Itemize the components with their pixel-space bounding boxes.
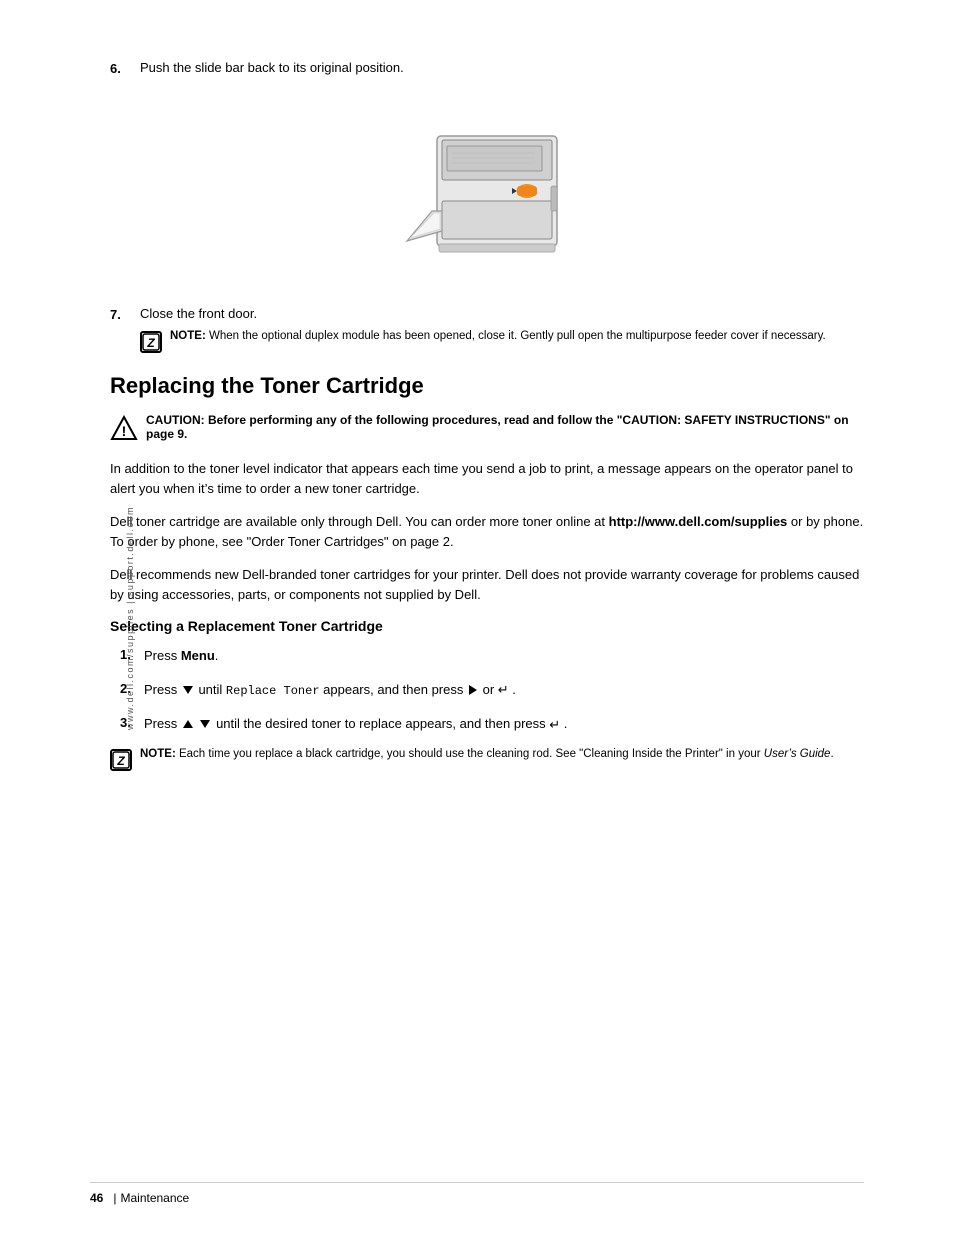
up-arrow-icon xyxy=(183,720,193,728)
step-item-2: 2. Press until Replace Toner appears, an… xyxy=(120,680,864,700)
note-1-text: NOTE: When the optional duplex module ha… xyxy=(170,330,826,342)
body-para-1: In addition to the toner level indicator… xyxy=(110,459,864,498)
step-1-before: Press xyxy=(144,648,181,663)
caution-block: ! CAUTION: Before performing any of the … xyxy=(110,413,864,443)
para2-start: Dell toner cartridge are available only … xyxy=(110,514,609,529)
page-container: www.dell.com/supplies | support.dell.com… xyxy=(0,0,954,1235)
step-2-or: or xyxy=(479,682,498,697)
body-para-3: Dell recommends new Dell-branded toner c… xyxy=(110,565,864,604)
page-footer: 46 | Maintenance xyxy=(90,1182,864,1205)
note-1-label: NOTE: xyxy=(170,330,206,342)
step-2-appears: appears, and then press xyxy=(320,682,467,697)
step-6-text: Push the slide bar back to its original … xyxy=(140,60,404,75)
step-7: 7. Close the front door. xyxy=(110,306,864,322)
step-2-end: . xyxy=(509,682,516,697)
svg-text:Z: Z xyxy=(116,754,125,768)
printer-image xyxy=(110,96,864,276)
down-arrow-icon xyxy=(183,686,193,694)
note-1-icon: Z xyxy=(140,331,162,353)
caution-text: CAUTION: Before performing any of the fo… xyxy=(146,413,864,441)
svg-text:!: ! xyxy=(122,423,127,439)
note-2-text: NOTE: Each time you replace a black cart… xyxy=(140,748,834,760)
step-1-text: Press Menu. xyxy=(144,646,218,666)
note-2-body: Each time you replace a black cartridge,… xyxy=(179,748,764,760)
note-2-end: . xyxy=(830,748,833,760)
step-1-bold: Menu xyxy=(181,648,215,663)
note-2-block: Z NOTE: Each time you replace a black ca… xyxy=(110,748,864,771)
footer-separator: | xyxy=(113,1191,116,1205)
step-item-1: 1. Press Menu. xyxy=(120,646,864,666)
body-para-2: Dell toner cartridge are available only … xyxy=(110,512,864,551)
step-2-until: until xyxy=(195,682,226,697)
note-2-label: NOTE: xyxy=(140,748,176,760)
para2-url: http://www.dell.com/supplies xyxy=(609,514,788,529)
caution-body: Before performing any of the following p… xyxy=(146,413,849,441)
enter-icon: ↵ xyxy=(498,680,509,700)
step-2-code: Replace Toner xyxy=(226,684,320,698)
note-1-body: When the optional duplex module has been… xyxy=(209,330,826,342)
section-heading: Replacing the Toner Cartridge xyxy=(110,373,864,399)
step-3-end: . xyxy=(560,716,567,731)
note-2-icon: Z xyxy=(110,749,132,771)
note-2-italic: User’s Guide xyxy=(764,748,831,760)
step-6-number: 6. xyxy=(110,61,140,76)
caution-icon: ! xyxy=(110,415,138,443)
step-3-until: until the desired toner to replace appea… xyxy=(212,716,549,731)
note-1-block: Z NOTE: When the optional duplex module … xyxy=(140,330,864,353)
step-item-3: 3. Press until the desired toner to repl… xyxy=(120,714,864,734)
step-6: 6. Push the slide bar back to its origin… xyxy=(110,60,864,76)
step-3-text: Press until the desired toner to replace… xyxy=(144,714,567,734)
step-1-after: . xyxy=(215,648,219,663)
printer-illustration xyxy=(377,96,597,276)
step-7-text: Close the front door. xyxy=(140,306,257,321)
side-text: www.dell.com/supplies | support.dell.com xyxy=(125,506,135,730)
svg-text:Z: Z xyxy=(146,336,155,350)
step-7-number: 7. xyxy=(110,307,140,322)
down-arrow-icon-2 xyxy=(200,720,210,728)
step-2-press: Press xyxy=(144,682,181,697)
footer-section: Maintenance xyxy=(120,1191,189,1205)
caution-label: CAUTION: xyxy=(146,413,205,427)
sub-heading: Selecting a Replacement Toner Cartridge xyxy=(110,618,864,634)
right-arrow-icon xyxy=(469,685,477,695)
step-2-text: Press until Replace Toner appears, and t… xyxy=(144,680,516,700)
steps-list: 1. Press Menu. 2. Press until Replace To… xyxy=(120,646,864,734)
enter-icon-2: ↵ xyxy=(549,715,560,735)
step-3-press: Press xyxy=(144,716,181,731)
footer-page-number: 46 xyxy=(90,1191,103,1205)
